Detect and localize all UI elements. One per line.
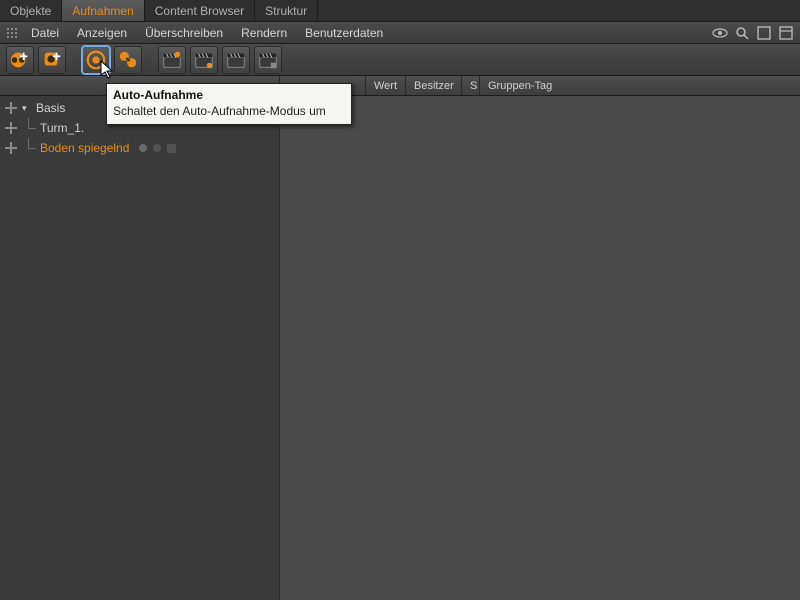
record-add-button[interactable] — [6, 46, 34, 74]
clapper-2-button[interactable] — [190, 46, 218, 74]
toolbar — [0, 44, 800, 76]
target-icon[interactable] — [4, 141, 18, 155]
hierarchy-auto-button[interactable] — [114, 46, 142, 74]
clapper-3-button[interactable] — [222, 46, 250, 74]
target-icon[interactable] — [4, 121, 18, 135]
menu-ueberschreiben[interactable]: Überschreiben — [136, 26, 232, 40]
track-icons[interactable] — [139, 144, 176, 153]
column-besitzer[interactable]: Besitzer — [406, 76, 462, 95]
tooltip-title: Auto-Aufnahme — [113, 88, 345, 102]
target-icon[interactable] — [4, 101, 18, 115]
tab-aufnahmen[interactable]: Aufnahmen — [62, 0, 144, 21]
menu-bar: Datei Anzeigen Überschreiben Rendern Ben… — [0, 22, 800, 44]
object-tree[interactable]: ▾ Basis Turm_1. Boden spiegelnd — [0, 96, 280, 600]
menu-rendern[interactable]: Rendern — [232, 26, 296, 40]
panel-tabs: Objekte Aufnahmen Content Browser Strukt… — [0, 0, 800, 22]
column-s[interactable]: S — [462, 76, 480, 95]
clapper-4-button[interactable] — [254, 46, 282, 74]
panel-icon[interactable] — [778, 25, 794, 41]
branch-icon — [22, 118, 36, 138]
collapse-icon[interactable]: ▾ — [22, 103, 32, 114]
tree-label: Boden spiegelnd — [40, 141, 129, 155]
auto-record-button[interactable] — [82, 46, 110, 74]
column-wert[interactable]: Wert — [366, 76, 406, 95]
panel-grip-icon[interactable] — [6, 28, 22, 38]
tree-label: Turm_1. — [40, 121, 84, 135]
square-icon[interactable] — [167, 144, 176, 153]
dot-icon[interactable] — [153, 144, 161, 152]
search-icon[interactable] — [734, 25, 750, 41]
menu-anzeigen[interactable]: Anzeigen — [68, 26, 136, 40]
content-area[interactable] — [280, 96, 800, 600]
tree-label: Basis — [36, 101, 65, 115]
branch-icon — [22, 138, 36, 158]
dot-icon[interactable] — [139, 144, 147, 152]
window-icon[interactable] — [756, 25, 772, 41]
menu-benutzerdaten[interactable]: Benutzerdaten — [296, 26, 392, 40]
tree-row-boden[interactable]: Boden spiegelnd — [0, 138, 279, 158]
clapper-1-button[interactable] — [158, 46, 186, 74]
tab-objekte[interactable]: Objekte — [0, 0, 62, 21]
main-area: ▾ Basis Turm_1. Boden spiegelnd — [0, 96, 800, 600]
tab-struktur[interactable]: Struktur — [255, 0, 318, 21]
eye-icon[interactable] — [712, 25, 728, 41]
tooltip-desc: Schaltet den Auto-Aufnahme-Modus um — [113, 104, 345, 118]
tab-content-browser[interactable]: Content Browser — [145, 0, 255, 21]
column-gruppen-tag[interactable]: Gruppen-Tag — [480, 76, 800, 95]
menu-datei[interactable]: Datei — [22, 26, 68, 40]
keyframe-add-button[interactable] — [38, 46, 66, 74]
tooltip: Auto-Aufnahme Schaltet den Auto-Aufnahme… — [106, 83, 352, 125]
